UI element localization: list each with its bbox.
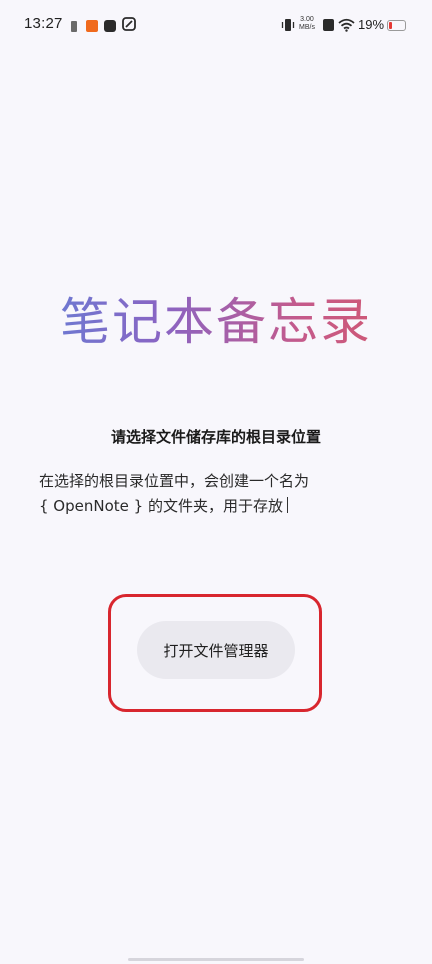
network-speed: 3.00 MB/s	[299, 16, 315, 32]
battery-level-fill	[389, 22, 392, 29]
network-speed-value: 3.00	[300, 16, 314, 23]
description-line-2-text: { OpenNote } 的文件夹，用于存放	[39, 497, 283, 515]
description-line-2: { OpenNote } 的文件夹，用于存放	[39, 494, 399, 519]
storage-description: 在选择的根目录位置中，会创建一个名为 { OpenNote } 的文件夹，用于存…	[39, 469, 399, 519]
sim-card-icon	[71, 21, 77, 32]
open-file-manager-button[interactable]: 打开文件管理器	[137, 621, 295, 679]
network-speed-unit: MB/s	[299, 24, 315, 31]
description-line-1: 在选择的根目录位置中，会创建一个名为	[39, 472, 310, 490]
status-bar: 13:27 3.00 MB/s 19%	[0, 0, 432, 52]
battery-icon	[387, 20, 406, 31]
wifi-icon	[338, 18, 355, 32]
mail-icon	[104, 20, 116, 32]
no-sim-icon	[323, 19, 334, 31]
vibrate-icon	[281, 19, 295, 31]
storage-location-heading: 请选择文件储存库的根目录位置	[110, 428, 321, 446]
taobao-icon	[86, 20, 98, 32]
home-indicator[interactable]	[128, 958, 304, 961]
link-icon	[122, 17, 136, 31]
status-time: 13:27	[24, 15, 63, 32]
app-title: 笔记本备忘录	[0, 282, 432, 354]
text-cursor	[286, 497, 288, 513]
battery-percent: 19%	[358, 17, 385, 32]
